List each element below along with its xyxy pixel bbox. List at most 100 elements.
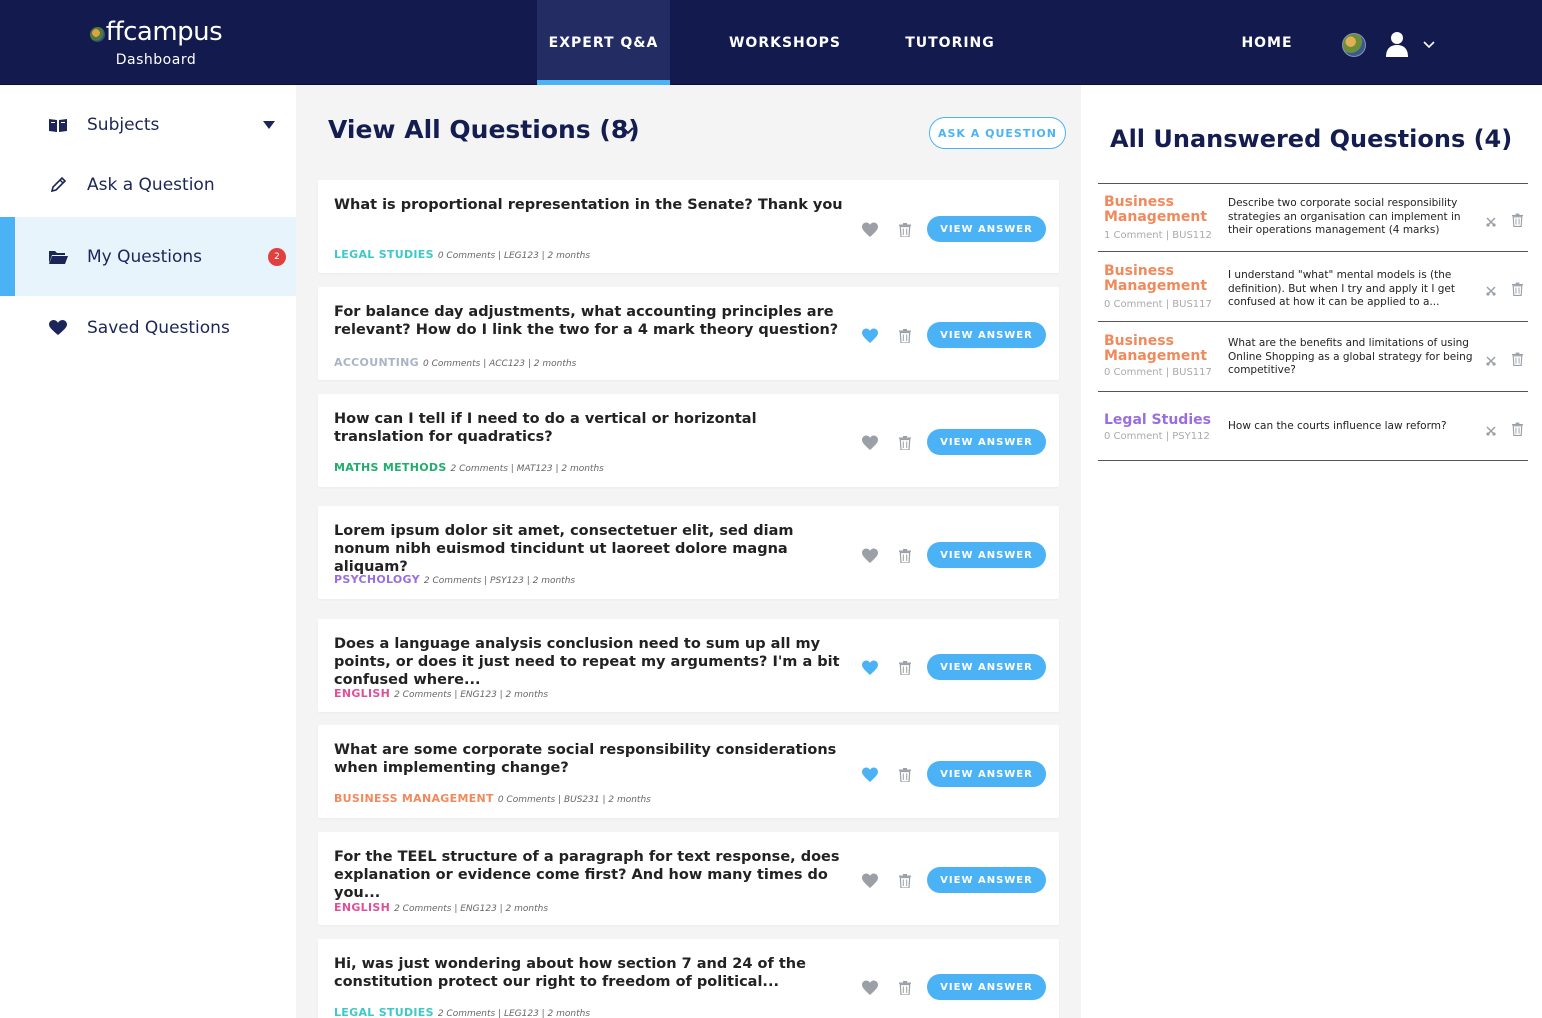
chevron-down-icon[interactable] <box>1422 40 1436 50</box>
subject-tag[interactable]: Business Management <box>1104 264 1222 294</box>
question-info: 0 Comment | PSY112 <box>1104 431 1210 442</box>
question-card[interactable]: How can I tell if I need to do a vertica… <box>318 394 1059 487</box>
sidebar-item-saved-questions[interactable]: Saved Questions <box>0 298 296 358</box>
subject-tag[interactable]: PSYCHOLOGY <box>334 573 420 586</box>
question-text[interactable]: For balance day adjustments, what accoun… <box>334 303 849 339</box>
question-card[interactable]: What are some corporate social responsib… <box>318 725 1059 818</box>
subject-tag[interactable]: Business Management <box>1104 195 1222 225</box>
question-text[interactable]: What are some corporate social responsib… <box>334 741 849 777</box>
question-card[interactable]: Lorem ipsum dolor sit amet, consectetuer… <box>318 506 1059 599</box>
question-card[interactable]: What is proportional representation in t… <box>318 180 1059 273</box>
question-text[interactable]: I understand "what" mental models is (th… <box>1228 269 1476 310</box>
sidebar-item-ask-question[interactable]: Ask a Question <box>0 155 296 215</box>
caret-down-icon[interactable] <box>263 121 275 129</box>
heart-filled-icon[interactable] <box>862 660 878 675</box>
unanswered-row[interactable]: Legal Studies 0 Comment | PSY112 How can t… <box>1098 391 1528 460</box>
heart-filled-icon[interactable] <box>862 767 878 782</box>
unanswered-row[interactable]: Business Management 1 Comment | BUS112 Des… <box>1098 183 1528 251</box>
question-meta: PSYCHOLOGY 2 Comments | PSY123 | 2 months <box>334 573 575 586</box>
school-avatar[interactable] <box>1342 33 1366 57</box>
subject-tag[interactable]: MATHS METHODS <box>334 461 447 474</box>
subject-tag[interactable]: Business Management <box>1104 334 1222 364</box>
trash-icon[interactable] <box>899 873 911 889</box>
question-text[interactable]: What are the benefits and limitations of… <box>1228 337 1476 378</box>
subject-tag[interactable]: LEGAL STUDIES <box>334 248 434 261</box>
heart-icon[interactable] <box>862 980 878 995</box>
question-meta: ENGLISH 2 Comments | ENG123 | 2 months <box>334 901 548 914</box>
trash-icon[interactable] <box>1512 281 1523 296</box>
brand-name: ffcampus <box>105 17 223 47</box>
trash-icon[interactable] <box>899 548 911 564</box>
question-text[interactable]: Hi, was just wondering about how section… <box>334 955 849 991</box>
question-text[interactable]: Lorem ipsum dolor sit amet, consectetuer… <box>334 522 849 576</box>
tools-icon[interactable] <box>1485 422 1497 436</box>
question-info: 2 Comments | MAT123 | 2 months <box>450 464 604 474</box>
question-meta: MATHS METHODS 2 Comments | MAT123 | 2 mon… <box>334 461 604 474</box>
question-info: 0 Comments | LEG123 | 2 months <box>437 251 591 261</box>
question-meta: ENGLISH 2 Comments | ENG123 | 2 months <box>334 687 548 700</box>
view-answer-button[interactable]: VIEW ANSWER <box>927 867 1046 893</box>
unanswered-row[interactable]: Business Management 0 Comment | BUS117 Wha… <box>1098 321 1528 391</box>
nav-home[interactable]: HOME <box>1230 0 1304 85</box>
tools-icon[interactable] <box>1485 213 1497 227</box>
sidebar-item-my-questions[interactable]: My Questions 2 <box>0 217 296 296</box>
question-text[interactable]: Describe two corporate social responsibi… <box>1228 197 1476 238</box>
subject-tag[interactable]: ENGLISH <box>334 901 390 914</box>
heart-icon[interactable] <box>862 435 878 450</box>
trash-icon[interactable] <box>1512 351 1523 366</box>
view-answer-button[interactable]: VIEW ANSWER <box>927 974 1046 1000</box>
sidebar-item-subjects[interactable]: Subjects <box>0 95 296 155</box>
view-answer-button[interactable]: VIEW ANSWER <box>927 429 1046 455</box>
question-card[interactable]: Does a language analysis conclusion need… <box>318 619 1059 712</box>
question-text[interactable]: For the TEEL structure of a paragraph fo… <box>334 848 849 902</box>
question-text[interactable]: How can the courts influence law reform? <box>1228 420 1476 434</box>
trash-icon[interactable] <box>899 660 911 676</box>
view-answer-button[interactable]: VIEW ANSWER <box>927 654 1046 680</box>
user-icon[interactable] <box>1385 31 1409 57</box>
trash-icon[interactable] <box>899 435 911 451</box>
question-meta: LEGAL STUDIES 2 Comments | LEG123 | 2 mon… <box>334 1006 590 1018</box>
heart-icon <box>48 318 68 338</box>
question-card[interactable]: For the TEEL structure of a paragraph fo… <box>318 832 1059 925</box>
trash-icon[interactable] <box>899 222 911 238</box>
chevron-down-icon[interactable] <box>620 125 636 137</box>
question-card[interactable]: Hi, was just wondering about how section… <box>318 939 1059 1018</box>
question-meta: ACCOUNTING 0 Comments | ACC123 | 2 months <box>334 356 576 369</box>
view-answer-button[interactable]: VIEW ANSWER <box>927 322 1046 348</box>
subject-tag[interactable]: LEGAL STUDIES <box>334 1006 434 1018</box>
nav-tutoring[interactable]: TUTORING <box>890 0 1010 85</box>
ask-question-button[interactable]: ASK A QUESTION <box>929 117 1066 149</box>
heart-icon[interactable] <box>862 548 878 563</box>
book-icon <box>48 115 68 135</box>
nav-expert-qa[interactable]: EXPERT Q&A <box>537 0 670 85</box>
trash-icon[interactable] <box>899 328 911 344</box>
subject-tag[interactable]: BUSINESS MANAGEMENT <box>334 792 494 805</box>
question-text[interactable]: What is proportional representation in t… <box>334 196 849 214</box>
heart-icon[interactable] <box>862 222 878 237</box>
question-card[interactable]: For balance day adjustments, what accoun… <box>318 287 1059 380</box>
tools-icon[interactable] <box>1485 282 1497 296</box>
trash-icon[interactable] <box>1512 421 1523 436</box>
heart-filled-icon[interactable] <box>862 328 878 343</box>
subject-tag[interactable]: ACCOUNTING <box>334 356 419 369</box>
question-info: 2 Comments | ENG123 | 2 months <box>394 690 549 700</box>
question-text[interactable]: How can I tell if I need to do a vertica… <box>334 410 849 446</box>
trash-icon[interactable] <box>1512 212 1523 227</box>
trash-icon[interactable] <box>899 980 911 996</box>
question-text[interactable]: Does a language analysis conclusion need… <box>334 635 849 689</box>
nav-workshops[interactable]: WORKSHOPS <box>715 0 855 85</box>
view-answer-button[interactable]: VIEW ANSWER <box>927 542 1046 568</box>
view-answer-button[interactable]: VIEW ANSWER <box>927 761 1046 787</box>
heart-icon[interactable] <box>862 873 878 888</box>
subject-tag[interactable]: ENGLISH <box>334 687 390 700</box>
brand-logo[interactable]: ffcampus Dashboard <box>86 18 226 68</box>
question-info: 2 Comments | LEG123 | 2 months <box>437 1009 591 1018</box>
unanswered-row[interactable]: Business Management 0 Comment | BUS117 I u… <box>1098 251 1528 321</box>
sidebar-item-label: Saved Questions <box>87 318 230 338</box>
trash-icon[interactable] <box>899 767 911 783</box>
tools-icon[interactable] <box>1485 352 1497 366</box>
brand-subtitle: Dashboard <box>115 52 197 68</box>
subject-tag[interactable]: Legal Studies <box>1104 413 1222 428</box>
view-answer-button[interactable]: VIEW ANSWER <box>927 216 1046 242</box>
page-title: View All Questions (8) <box>328 115 640 144</box>
